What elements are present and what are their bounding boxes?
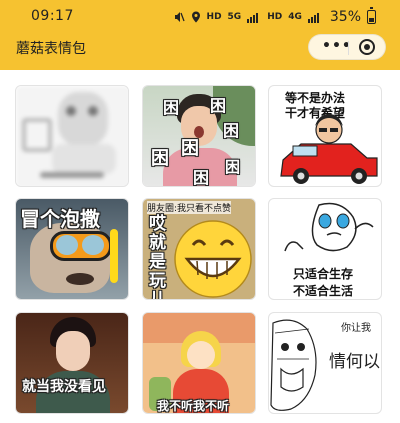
sticker-card-3[interactable]: 等不是办法 干才有希望 xyxy=(268,85,382,187)
sticker-caption-side: 哎就是玩儿 xyxy=(149,214,166,300)
sticker-caption-repeat: 困 xyxy=(181,138,199,159)
sticker-caption-repeat: 困 xyxy=(223,121,240,140)
sticker-caption: 就当我没看见 xyxy=(22,379,106,395)
sticker-image xyxy=(16,86,128,186)
sticker-caption-line2: 不适合生活 xyxy=(293,284,354,298)
sticker-card-8[interactable]: 我不听我不听 xyxy=(142,312,256,414)
sticker-image xyxy=(280,114,378,184)
sticker-caption: 我不听我不听 xyxy=(157,399,230,413)
sticker-caption-repeat: 困 xyxy=(225,158,241,176)
sticker-card-2[interactable]: 困 困 困 困 困 困 困 xyxy=(142,85,256,187)
sticker-caption-repeat: 困 xyxy=(210,96,227,115)
sticker-caption-line1: 只适合生存 xyxy=(293,267,354,281)
sticker-caption-main: 情何以 xyxy=(329,352,380,372)
sticker-card-5[interactable]: 朋友圈:我只看不点赞 哎就是玩儿 xyxy=(142,198,256,300)
sticker-card-4[interactable]: 冒个泡撒 xyxy=(15,198,129,300)
sticker-caption-top: 你让我 xyxy=(341,323,371,334)
sticker-caption: 冒个泡撒 xyxy=(20,207,100,231)
sticker-image xyxy=(16,313,128,413)
sticker-caption: 困 xyxy=(163,98,180,117)
sticker-card-6[interactable]: 只适合生存 不适合生活 xyxy=(268,198,382,300)
sticker-card-9[interactable]: 你让我 情何以 xyxy=(268,312,382,414)
sticker-card-7[interactable]: 就当我没看见 xyxy=(15,312,129,414)
sticker-caption-repeat: 困 xyxy=(193,168,210,187)
sticker-grid: 困 困 困 困 困 困 困 等不是办法 干才有希望 冒个泡撒 朋友圈:我只看不点… xyxy=(0,0,400,423)
sticker-card-1[interactable] xyxy=(15,85,129,187)
sticker-caption-repeat: 困 xyxy=(151,148,169,169)
